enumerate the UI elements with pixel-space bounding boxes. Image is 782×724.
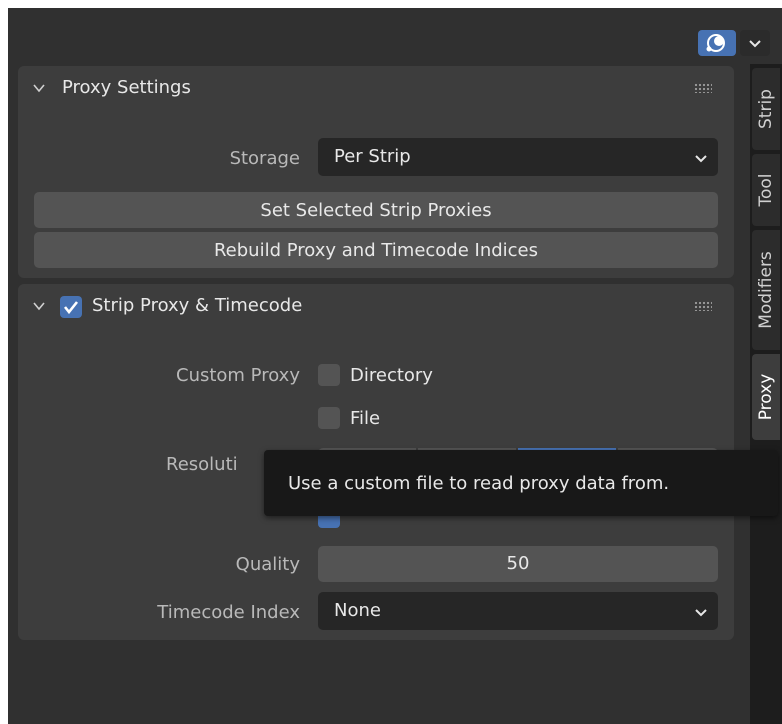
tooltip: Use a custom file to read proxy data fro… [264,450,778,516]
timecode-index-dropdown[interactable]: None [318,592,718,630]
tab-modifiers[interactable]: Modifiers [752,230,780,350]
set-selected-strip-proxies-label: Set Selected Strip Proxies [260,199,492,221]
overwrite-checkbox[interactable] [318,516,340,528]
storage-dropdown[interactable]: Per Strip [318,138,718,176]
properties-editor: Proxy Settings Storage Per Strip Set Sel… [8,8,782,724]
timecode-index-label: Timecode Index [157,602,300,623]
drag-handle-icon[interactable] [694,83,712,93]
proxy-settings-panel: Proxy Settings Storage Per Strip Set Sel… [18,66,734,278]
tab-tool-label: Tool [756,173,776,207]
proxy-settings-header[interactable]: Proxy Settings [18,66,734,110]
strip-proxy-header[interactable]: Strip Proxy & Timecode [18,284,734,328]
storage-value: Per Strip [334,146,411,167]
tab-strip-label: Strip [756,89,776,129]
quality-label: Quality [235,554,300,575]
tooltip-text: Use a custom file to read proxy data fro… [288,472,670,494]
quality-slider[interactable]: 50 [318,546,718,582]
sidebar-tabs: Strip Tool Modifiers Proxy [750,64,782,724]
directory-label[interactable]: Directory [350,365,433,386]
drag-handle-icon[interactable] [694,301,712,311]
chevron-down-icon[interactable] [32,81,46,95]
overlay-toggle-button[interactable] [698,30,736,56]
overlay-icon [706,34,725,52]
rebuild-proxy-label: Rebuild Proxy and Timecode Indices [213,239,539,261]
overlay-dropdown-button[interactable] [740,30,770,56]
tab-strip[interactable]: Strip [752,68,780,150]
file-checkbox[interactable] [318,407,340,429]
file-label[interactable]: File [350,408,380,429]
strip-proxy-enable-checkbox[interactable] [60,296,82,318]
tab-proxy[interactable]: Proxy [752,354,780,440]
chevron-down-icon [695,609,707,617]
set-selected-strip-proxies-button[interactable]: Set Selected Strip Proxies [34,192,718,228]
quality-value: 50 [506,553,530,574]
strip-proxy-title: Strip Proxy & Timecode [92,295,303,316]
tab-proxy-label: Proxy [756,373,776,421]
storage-label: Storage [229,148,300,169]
chevron-down-icon [695,155,707,163]
tab-modifiers-label: Modifiers [756,251,776,329]
proxy-settings-title: Proxy Settings [62,77,191,98]
resolution-label: Resoluti [166,454,238,475]
chevron-down-icon [749,40,761,48]
custom-proxy-label: Custom Proxy [176,365,300,386]
rebuild-proxy-button[interactable]: Rebuild Proxy and Timecode Indices [34,232,718,268]
timecode-index-value: None [334,600,381,621]
chevron-down-icon[interactable] [32,299,46,313]
checkmark-icon [63,301,79,315]
directory-checkbox[interactable] [318,364,340,386]
tab-tool[interactable]: Tool [752,154,780,226]
